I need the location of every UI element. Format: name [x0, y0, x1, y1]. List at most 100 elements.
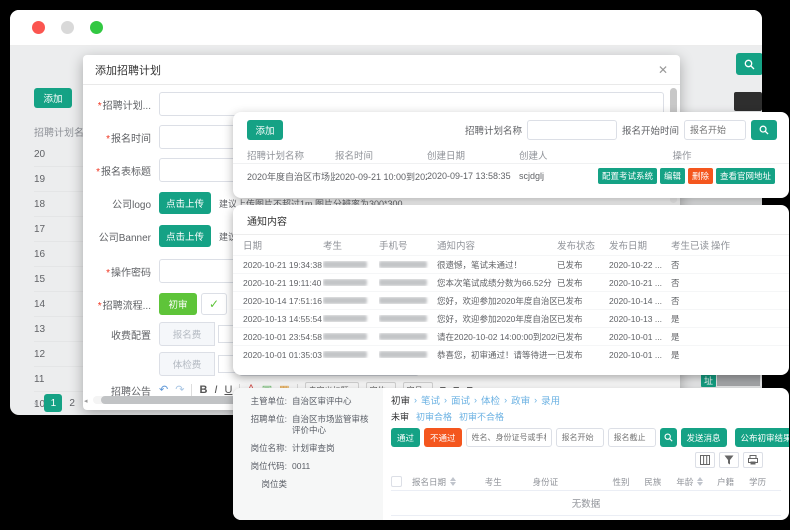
bg-search-button[interactable]	[736, 53, 762, 75]
pass-button[interactable]: 通过	[391, 428, 420, 447]
flow-step-shenhe-button[interactable]: 初审	[159, 293, 197, 315]
required-mark: *	[106, 268, 110, 279]
stage-tab-zhengshen[interactable]: 政审	[511, 393, 530, 407]
bg-scrollbar-fragment[interactable]	[717, 375, 760, 386]
read-cell: 否	[671, 295, 711, 307]
field-label-text: 招聘流程...	[103, 301, 151, 312]
info-value: 自治区审评中心	[292, 396, 352, 407]
bg-add-button[interactable]: 添加	[34, 88, 72, 108]
column-header: 身份证	[533, 476, 613, 488]
notice-row[interactable]: 2020-10-21 19:34:38 很遗憾，笔试未通过！ 已发布 2020-…	[233, 255, 789, 273]
stage-tab-tijian[interactable]: 体检	[481, 393, 500, 407]
masked-phone	[379, 261, 437, 268]
undo-icon[interactable]: ↶	[159, 385, 168, 396]
signup-start-input[interactable]	[556, 428, 604, 447]
filter-funnel-icon[interactable]	[719, 452, 739, 468]
stage-tab-luyong[interactable]: 录用	[541, 393, 560, 407]
view-site-button[interactable]: 查看官网地址	[716, 168, 775, 184]
search-icon	[744, 59, 755, 70]
column-header: 性别	[612, 476, 644, 488]
plan-table-row[interactable]: 2020年度自治区市场监... 2020-09-21 10:00到2020...…	[233, 163, 789, 188]
filter-unreviewed[interactable]: 未审	[391, 410, 409, 423]
row-number: 19	[34, 174, 45, 185]
close-icon[interactable]: ✕	[658, 63, 668, 77]
zoom-window-dot[interactable]	[90, 21, 103, 34]
italic-icon[interactable]: I	[214, 385, 217, 396]
start-time-filter-input[interactable]	[684, 120, 746, 140]
plan-list-window: 添加 招聘计划名称 报名开始时间 招聘计划名称 报名时间 创建日期 创建人 操作…	[233, 112, 789, 198]
notice-row[interactable]: 2020-10-01 23:54:58 请在2020-10-02 14:00:0…	[233, 327, 789, 345]
search-icon	[759, 125, 769, 135]
signup-end-input[interactable]	[608, 428, 656, 447]
info-row: 主管单位: 自治区审评中心	[239, 396, 375, 407]
bold-icon[interactable]: B	[199, 385, 207, 396]
minimize-window-dot[interactable]	[61, 21, 74, 34]
column-header: 考生已读	[671, 238, 711, 252]
titlebar	[10, 10, 762, 46]
column-settings-icon[interactable]	[695, 452, 715, 468]
filter-failed[interactable]: 初审不合格	[459, 410, 504, 423]
sort-icon[interactable]	[697, 477, 703, 486]
redo-icon[interactable]: ↷	[175, 385, 184, 396]
flow-check-icon[interactable]: ✓	[201, 293, 227, 315]
masked-phone	[379, 351, 437, 358]
row-number: 18	[34, 199, 45, 210]
pagination: ‹ 1 2	[34, 394, 75, 412]
notice-row[interactable]: 2020-10-14 17:51:16 您好，欢迎参加2020年度自治区市场..…	[233, 291, 789, 309]
add-plan-button[interactable]: 添加	[247, 120, 283, 140]
pagination-page-1[interactable]: 1	[44, 394, 62, 412]
field-label: 公司logo	[83, 196, 151, 211]
info-row: 岗位名称: 计划审查岗	[239, 443, 375, 454]
list-table-header: 招聘计划名称 报名时间 创建日期 创建人 操作	[233, 146, 789, 163]
send-message-button[interactable]: 发送消息	[681, 428, 727, 447]
notice-row[interactable]: 2020-10-01 01:35:03 恭喜您，初审通过！请等待进一步通知 已发…	[233, 345, 789, 363]
notice-row[interactable]: 2020-10-13 14:55:54 您好，欢迎参加2020年度自治区市场..…	[233, 309, 789, 327]
status-cell: 已发布	[557, 331, 609, 343]
fee-name-label: 体检费	[159, 352, 215, 376]
print-icon[interactable]	[743, 452, 763, 468]
candidate-search-input[interactable]	[466, 428, 552, 447]
stage-tab-chushen[interactable]: 初审	[391, 393, 410, 407]
pagination-page-2[interactable]: 2	[69, 398, 75, 409]
select-all-checkbox[interactable]	[391, 476, 402, 487]
masked-candidate	[323, 261, 379, 268]
underline-icon[interactable]: U	[224, 385, 232, 396]
plan-name-cell: 2020年度自治区市场监...	[247, 170, 335, 183]
banner-upload-button[interactable]: 点击上传	[159, 225, 211, 247]
notice-table-header: 日期 考生 手机号 通知内容 发布状态 发布日期 考生已读 操作	[233, 235, 789, 255]
pagination-prev-icon[interactable]: ‹	[34, 398, 37, 409]
bg-site-link-button-fragment[interactable]: 址	[701, 374, 716, 387]
edit-button[interactable]: 编辑	[660, 168, 685, 184]
sort-icon[interactable]	[450, 477, 456, 486]
info-row: 岗位类	[239, 479, 375, 490]
publish-date-cell: 2020-10-13 ...	[609, 314, 671, 324]
start-time-filter-label: 报名开始时间	[622, 123, 679, 137]
publish-date-cell: 2020-10-01 ...	[609, 350, 671, 360]
stage-tab-mianshi[interactable]: 面试	[451, 393, 470, 407]
field-label: *报名表标题	[83, 163, 151, 178]
date-cell: 2020-10-14 17:51:16	[243, 296, 323, 306]
required-mark: *	[98, 101, 102, 112]
fail-button[interactable]: 不通过	[424, 428, 462, 447]
required-mark: *	[98, 301, 102, 312]
close-window-dot[interactable]	[32, 21, 45, 34]
publish-review-result-button[interactable]: 公布初审结果	[735, 428, 789, 447]
review-main: 初审 › 笔试 › 面试 › 体检 › 政审 › 录用 未审 初审合格 初审不合…	[383, 388, 789, 520]
filter-passed[interactable]: 初审合格	[416, 410, 452, 423]
chevron-right-icon: ›	[414, 395, 417, 405]
logo-upload-button[interactable]: 点击上传	[159, 192, 211, 214]
notice-row[interactable]: 2020-10-21 19:11:40 您本次笔试成绩分数为66.52分 已发布…	[233, 273, 789, 291]
info-row: 招聘单位: 自治区市场监管审核评价中心	[239, 414, 375, 436]
config-exam-button[interactable]: 配置考试系统	[598, 168, 657, 184]
search-button[interactable]	[660, 428, 677, 447]
search-button[interactable]	[751, 120, 777, 140]
row-number: 16	[34, 249, 45, 260]
scroll-left-arrow-icon[interactable]: ◂	[84, 397, 88, 405]
row-number: 14	[34, 299, 45, 310]
delete-button[interactable]: 删除	[688, 168, 713, 184]
stage-tab-bishi[interactable]: 笔试	[421, 393, 440, 407]
plan-name-filter-input[interactable]	[527, 120, 617, 140]
column-header: 民族	[644, 476, 676, 488]
row-number: 20	[34, 149, 45, 160]
field-label: *报名时间	[83, 130, 151, 145]
